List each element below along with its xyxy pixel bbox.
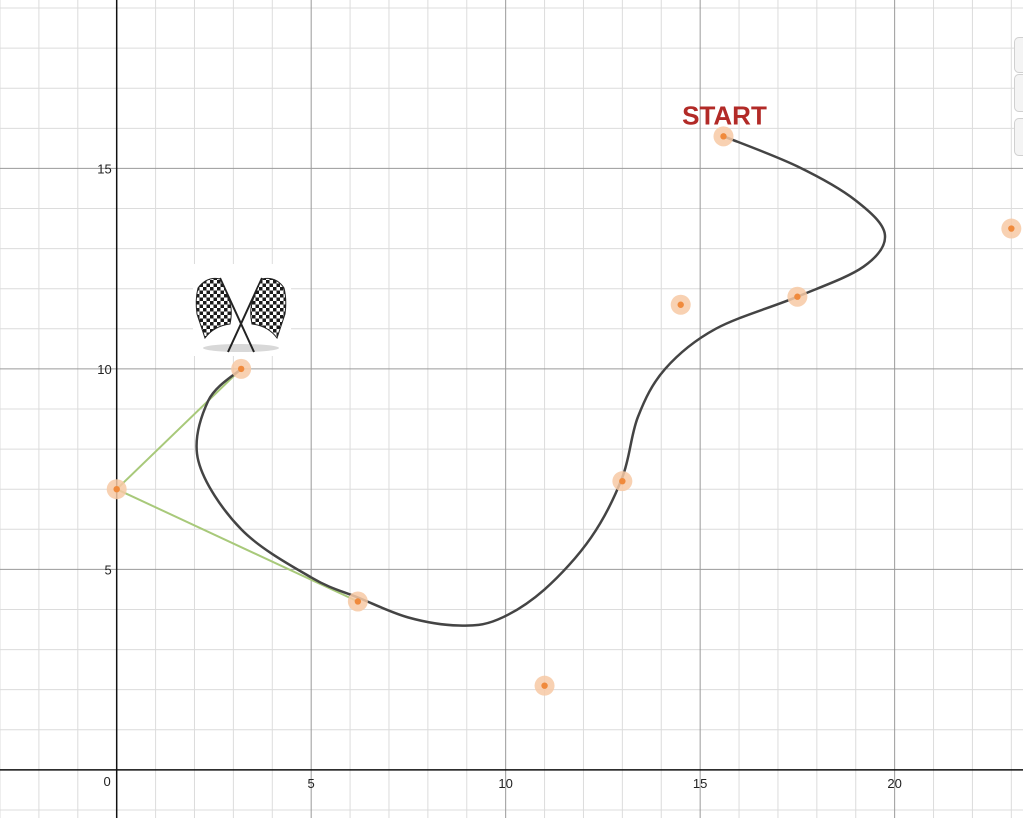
zoom-out-button[interactable] [1014, 74, 1023, 112]
control-point[interactable] [787, 286, 808, 307]
start-label: START [682, 100, 767, 130]
point-dot [720, 133, 727, 140]
origin-label: 0 [103, 774, 110, 789]
minor-grid [0, 0, 1023, 818]
control-point[interactable] [670, 294, 691, 315]
track-curve-path [195, 135, 887, 627]
green-segments [115, 368, 359, 603]
graph-canvas[interactable]: 5 10 15 20 5 10 15 0 START [0, 0, 1023, 818]
x-tick-label: 10 [498, 776, 512, 791]
race-track-curve [195, 135, 887, 627]
control-point[interactable] [347, 591, 368, 612]
y-tick-label: 10 [97, 362, 111, 377]
y-tick-label: 5 [104, 562, 111, 577]
point-dot [619, 477, 626, 485]
home-button[interactable] [1014, 118, 1023, 156]
point-dot [1008, 225, 1015, 232]
control-point[interactable] [231, 358, 252, 379]
x-tick-label: 15 [693, 776, 707, 791]
control-point[interactable] [612, 471, 633, 492]
tick-labels: 5 10 15 20 5 10 15 0 [97, 161, 902, 790]
control-point[interactable] [534, 675, 555, 696]
point-dot [354, 598, 362, 605]
point-dot [113, 485, 120, 493]
x-tick-label: 20 [887, 776, 901, 791]
control-point[interactable] [1001, 218, 1022, 239]
point-dot [237, 365, 245, 373]
point-dot [677, 301, 684, 308]
point-dot [794, 293, 801, 300]
green-segment [116, 488, 359, 603]
point-dot [541, 682, 548, 689]
y-tick-label: 15 [97, 161, 111, 176]
x-tick-label: 5 [308, 776, 315, 791]
control-point[interactable] [106, 479, 127, 500]
green-segment [115, 368, 242, 490]
checkered-flags-icon [193, 264, 291, 356]
control-points[interactable] [106, 126, 1022, 696]
zoom-in-button[interactable] [1014, 37, 1023, 73]
